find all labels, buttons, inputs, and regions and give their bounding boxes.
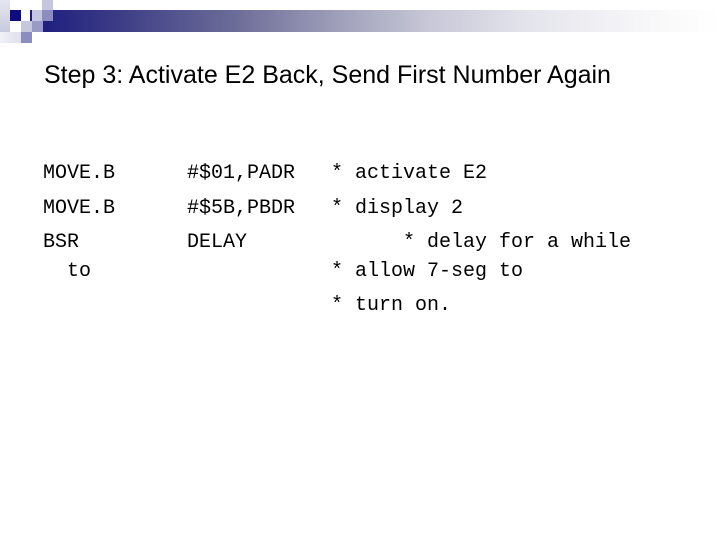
decor-square <box>42 0 53 10</box>
code-mnemonic: to <box>67 260 92 283</box>
code-operand: #$01,PADR <box>187 162 296 185</box>
code-operand: #$5B,PBDR <box>187 197 296 220</box>
code-operand: DELAY <box>187 231 248 254</box>
code-comment: * display 2 <box>331 197 464 220</box>
code-comment: * delay for a while <box>403 231 632 254</box>
code-comment: * activate E2 <box>331 162 488 185</box>
gradient-bar <box>30 10 720 32</box>
slide-title: Step 3: Activate E2 Back, Send First Num… <box>44 61 611 89</box>
code-mnemonic: BSR <box>43 231 80 254</box>
code-comment: * turn on. <box>331 294 452 317</box>
decor-square <box>42 10 53 21</box>
code-block: MOVE.B #$01,PADR * activate E2 MOVE.B #$… <box>0 0 631 414</box>
code-comment: * allow 7-seg to <box>331 260 524 283</box>
code-mnemonic: MOVE.B <box>43 162 116 185</box>
code-mnemonic: MOVE.B <box>43 197 116 220</box>
decor-square <box>32 21 43 32</box>
